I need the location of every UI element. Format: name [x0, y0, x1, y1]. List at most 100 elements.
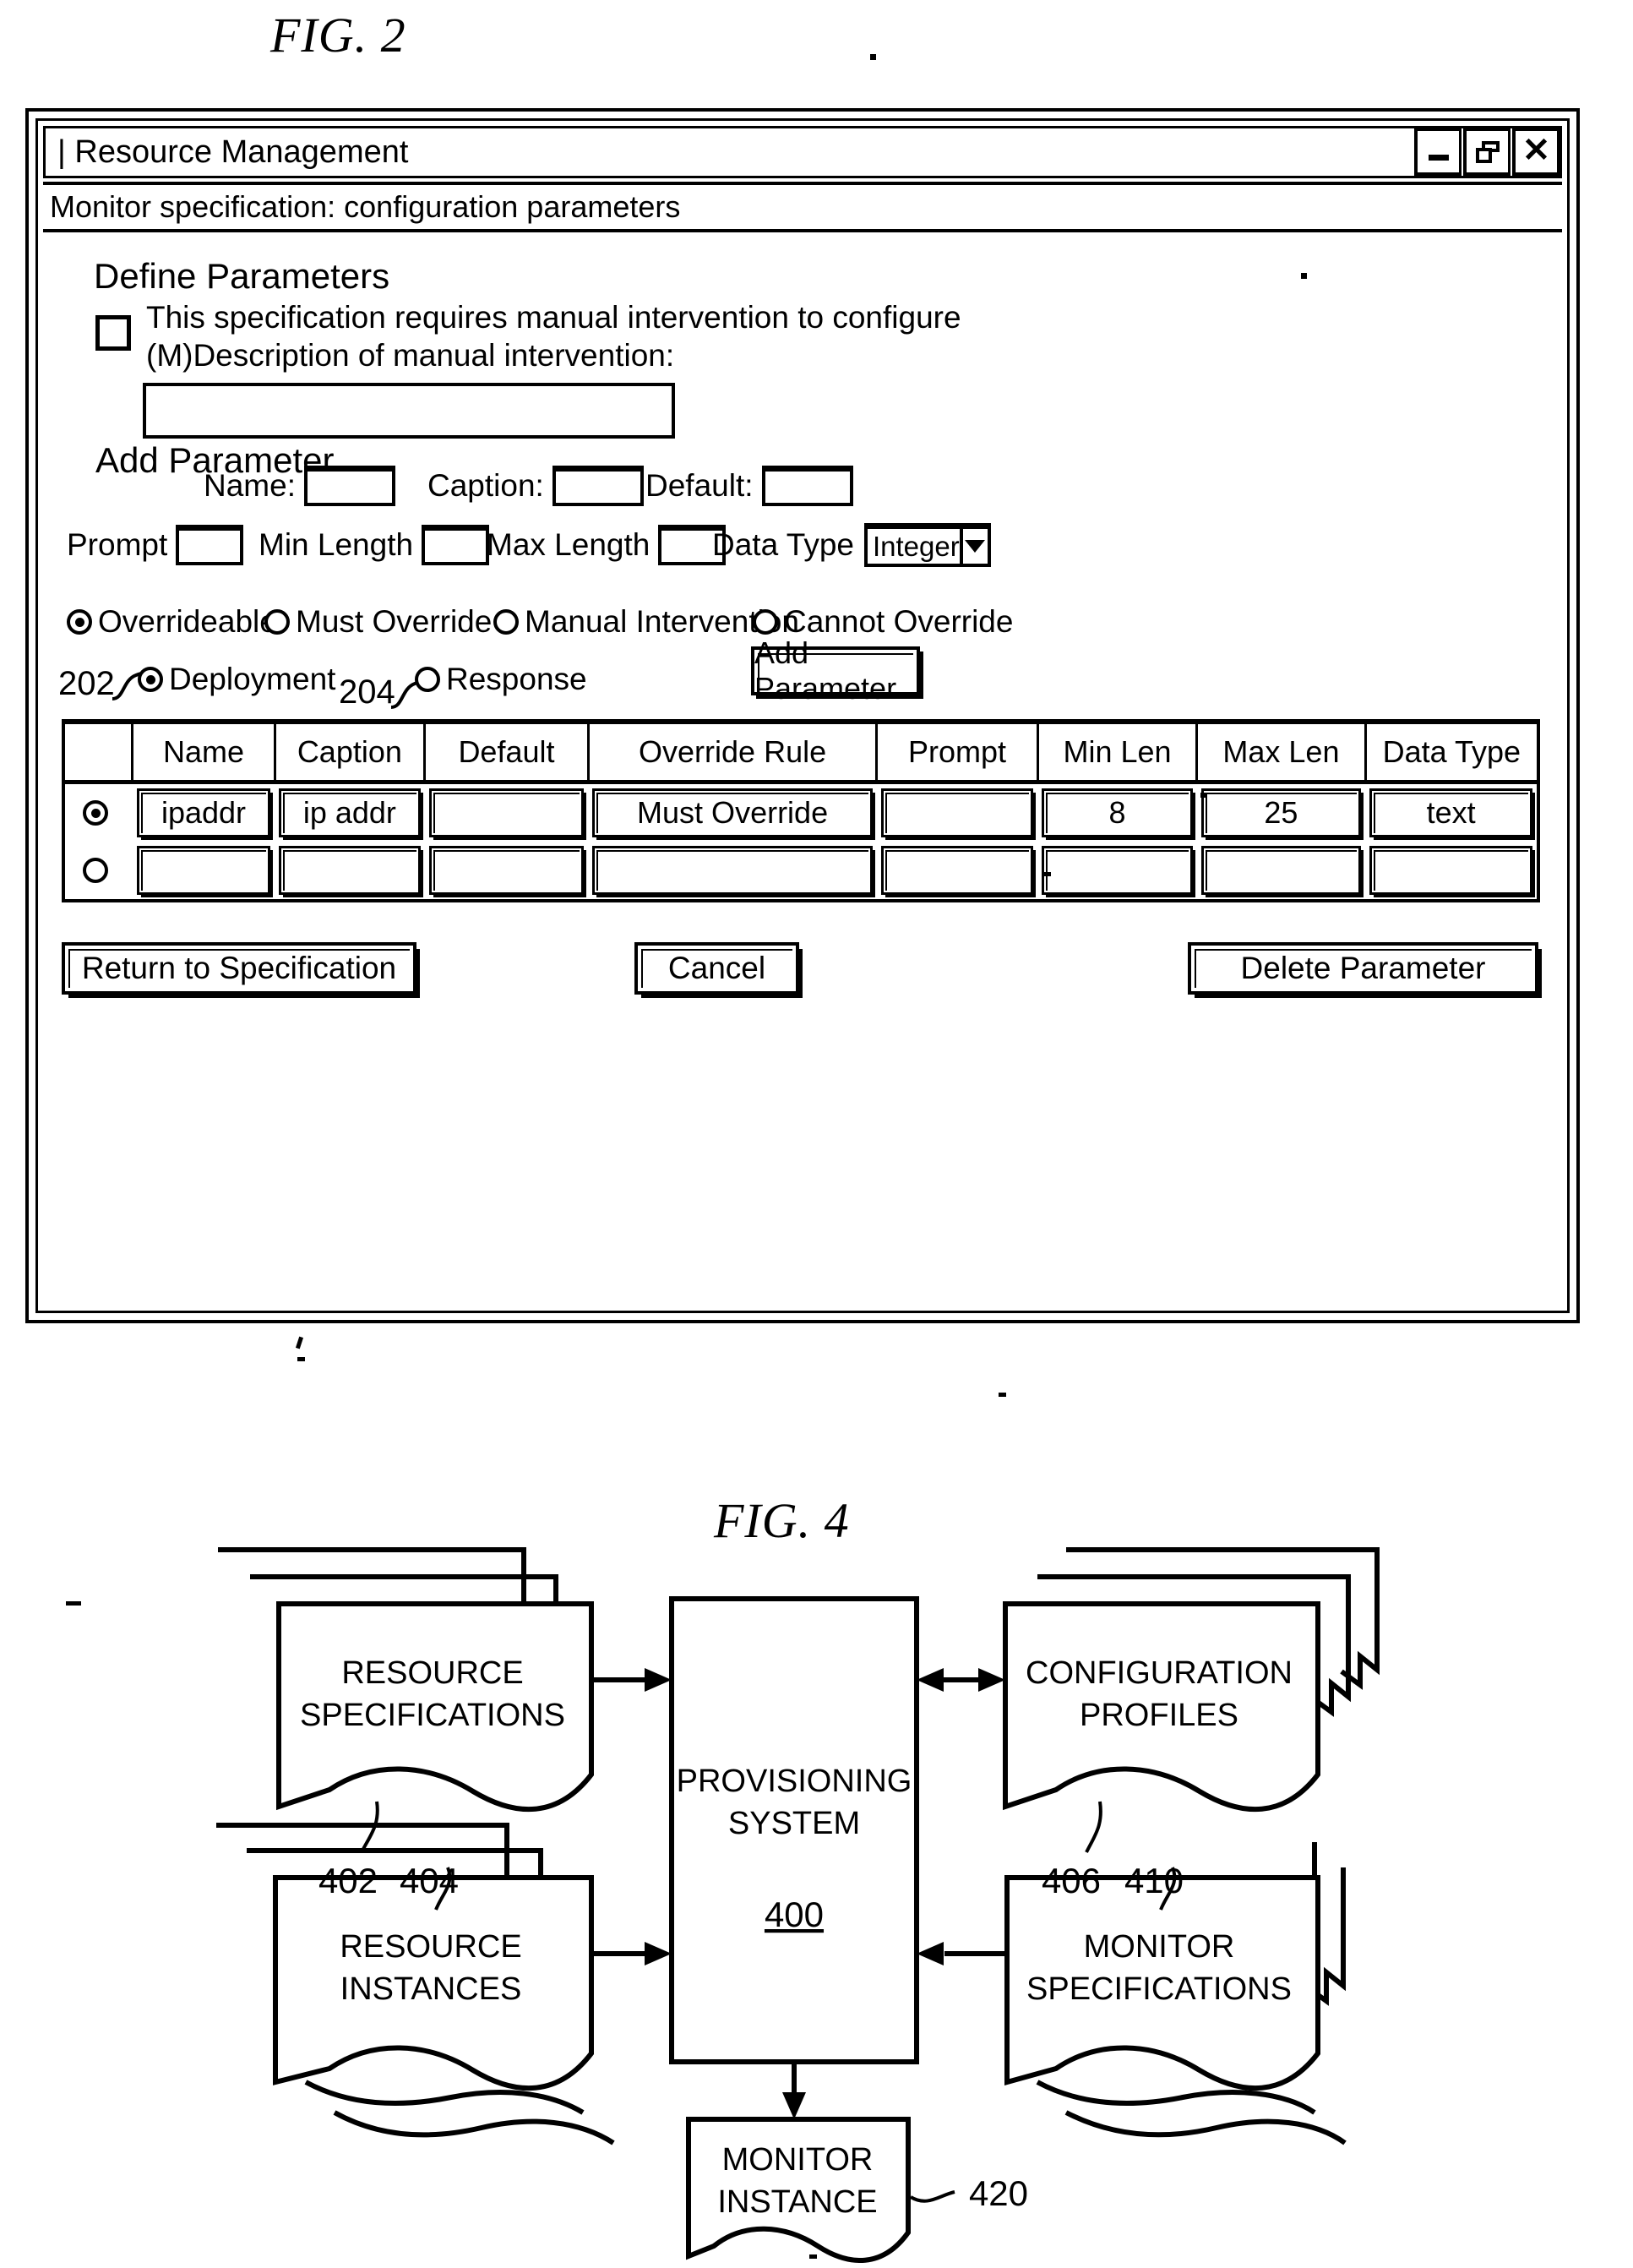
cell-max-len[interactable]: [1197, 842, 1365, 899]
leader-406: [1085, 1801, 1102, 1853]
row-select-cell[interactable]: [65, 782, 133, 842]
scan-speck: [1200, 793, 1206, 798]
cell-data-type[interactable]: [1365, 842, 1537, 899]
th-name: Name: [132, 724, 276, 784]
radio-deployment[interactable]: Deployment: [138, 662, 335, 697]
radio-must-override-indicator: [264, 609, 290, 635]
node-402-line2: SPECIFICATIONS: [300, 1698, 565, 1733]
arrowhead-406-to-400: [917, 1668, 944, 1692]
min-length-field-group: Min Length: [259, 525, 490, 565]
row-select-cell[interactable]: [65, 842, 133, 899]
minimize-button[interactable]: [1414, 128, 1462, 176]
cell-caption[interactable]: ip addr: [275, 782, 424, 842]
th-max-len: Max Len: [1196, 724, 1367, 784]
restore-button[interactable]: [1463, 128, 1511, 176]
th-min-len: Min Len: [1037, 724, 1199, 784]
manual-intervention-checkbox[interactable]: [95, 315, 131, 351]
add-parameter-button[interactable]: Add Parameter: [751, 635, 920, 706]
row-select-radio[interactable]: [83, 858, 109, 883]
cell-name[interactable]: ipaddr: [133, 782, 275, 842]
th-caption: Caption: [275, 724, 427, 784]
data-type-field-group: Data Type Integer: [712, 523, 991, 567]
cell-data-type[interactable]: text: [1365, 782, 1537, 842]
default-field-group: Default:: [645, 466, 853, 506]
arrowhead-400-to-420: [782, 2092, 806, 2119]
cell-prompt[interactable]: [877, 842, 1038, 899]
subheader-text: Monitor specification: configuration par…: [50, 189, 681, 224]
window-client-area: Define Parameters This specification req…: [43, 232, 1562, 1306]
th-select: [65, 724, 134, 784]
cell-override-rule-text: Must Override: [637, 795, 829, 830]
manual-description-input[interactable]: [143, 383, 675, 439]
cell-max-len-text: 25: [1264, 795, 1298, 830]
cell-default[interactable]: [425, 842, 589, 899]
return-to-specification-label: Return to Specification: [81, 951, 397, 985]
restore-icon: [1475, 140, 1500, 163]
min-length-input[interactable]: [422, 525, 490, 565]
default-label: Default:: [645, 468, 754, 503]
name-input[interactable]: [303, 466, 395, 506]
table-row[interactable]: ipaddr ip addr Must Override 8 25 text: [65, 782, 1537, 842]
caption-input[interactable]: [552, 466, 644, 506]
radio-overrideable-indicator: [67, 609, 92, 635]
scan-speck: [1043, 872, 1051, 876]
prompt-field-group: Prompt: [67, 525, 244, 565]
row-select-radio[interactable]: [83, 800, 109, 826]
radio-response[interactable]: Response: [415, 662, 587, 697]
scan-speck: [999, 1393, 1006, 1397]
radio-response-label: Response: [446, 662, 587, 696]
subheader-bar: Monitor specification: configuration par…: [43, 182, 1562, 232]
scan-speck: [809, 2254, 817, 2259]
close-button[interactable]: ✕: [1512, 128, 1560, 176]
radio-overrideable[interactable]: Overrideable: [67, 604, 277, 640]
cell-min-len[interactable]: 8: [1037, 782, 1196, 842]
node-420-line1: MONITOR: [722, 2142, 874, 2178]
node-406-line1: CONFIGURATION: [1026, 1655, 1293, 1691]
define-parameters-heading: Define Parameters: [94, 256, 390, 296]
scan-speck: [870, 54, 876, 60]
data-type-select[interactable]: Integer: [863, 523, 991, 567]
cell-default[interactable]: [425, 782, 589, 842]
cell-min-len[interactable]: [1037, 842, 1196, 899]
scan-speck: [66, 1601, 81, 1606]
reference-number-410: 410: [1124, 1861, 1184, 1900]
cell-data-type-text: text: [1426, 795, 1476, 830]
return-to-specification-button[interactable]: Return to Specification: [62, 942, 416, 995]
window-controls: ✕: [1413, 128, 1560, 176]
node-402-line1: RESOURCE: [341, 1655, 523, 1691]
cell-prompt[interactable]: [877, 782, 1038, 842]
cell-name-text: ipaddr: [161, 795, 247, 830]
cell-name[interactable]: [133, 842, 275, 899]
cell-caption[interactable]: [275, 842, 424, 899]
reference-number-404: 404: [400, 1861, 459, 1900]
cancel-button[interactable]: Cancel: [634, 942, 799, 995]
node-400-line1: PROVISIONING: [677, 1764, 912, 1799]
node-410-line2: SPECIFICATIONS: [1026, 1971, 1292, 2007]
close-icon: ✕: [1521, 131, 1551, 169]
figure-2-title: FIG. 2: [270, 8, 406, 63]
max-length-label: Max Length: [487, 527, 650, 562]
chevron-down-icon[interactable]: [963, 529, 988, 564]
caption-label: Caption:: [427, 468, 544, 503]
th-default: Default: [424, 724, 590, 784]
radio-deployment-label: Deployment: [169, 662, 336, 696]
prompt-input[interactable]: [176, 525, 244, 565]
prompt-label: Prompt: [67, 527, 168, 562]
radio-cannot-override[interactable]: Cannot Override: [753, 604, 1013, 640]
cell-override-rule[interactable]: [588, 842, 876, 899]
reference-number-420: 420: [969, 2173, 1028, 2213]
cancel-label: Cancel: [667, 951, 766, 985]
scan-speck: [295, 1336, 304, 1349]
radio-deployment-indicator: [138, 667, 163, 692]
cell-max-len[interactable]: 25: [1197, 782, 1365, 842]
delete-parameter-button[interactable]: Delete Parameter: [1188, 942, 1538, 995]
table-row[interactable]: [65, 842, 1537, 899]
arrowhead-404-to-400: [645, 1942, 672, 1965]
reference-number-204: 204: [339, 673, 395, 711]
default-input[interactable]: [761, 466, 853, 506]
radio-must-override[interactable]: Must Override: [264, 604, 492, 640]
arrowhead-410-to-400: [917, 1942, 944, 1965]
cell-override-rule[interactable]: Must Override: [588, 782, 876, 842]
figure-4-diagram: RESOURCE SPECIFICATIONS 402 RESOURCE INS…: [0, 1470, 1633, 2268]
node-410-line1: MONITOR: [1084, 1929, 1235, 1965]
